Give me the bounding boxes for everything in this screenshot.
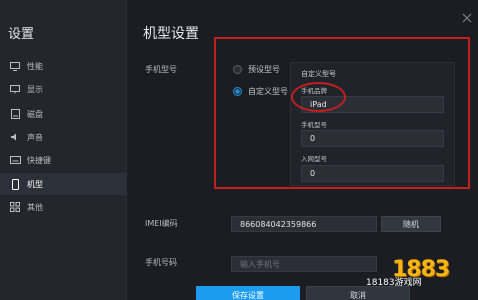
close-icon[interactable] xyxy=(462,8,472,23)
sidebar-item-sound[interactable]: 声音 xyxy=(0,126,127,148)
sidebar: 设置 性能 显示 磁盘 声音 快捷键 机型 其他 xyxy=(0,0,127,300)
sidebar-item-model[interactable]: 机型 xyxy=(0,173,127,195)
watermark-logo: 1883 18183游戏网 xyxy=(364,257,476,297)
sidebar-item-shortcuts[interactable]: 快捷键 xyxy=(0,149,127,171)
random-button[interactable]: 随机 xyxy=(381,216,441,232)
keyboard-icon xyxy=(9,154,21,166)
phone-icon xyxy=(9,178,21,190)
phone-number-label: 手机号码 xyxy=(145,258,177,267)
imei-label: IMEI编码 xyxy=(145,219,178,228)
phone-number-input[interactable]: 输入手机号 xyxy=(231,256,377,272)
phone-model-label: 手机型号 xyxy=(145,65,177,74)
watermark-text: 18183游戏网 xyxy=(366,278,422,288)
sidebar-item-label: 机型 xyxy=(27,179,43,189)
sidebar-item-disk[interactable]: 磁盘 xyxy=(0,103,127,125)
save-settings-button[interactable]: 保存设置 xyxy=(196,286,300,300)
sound-icon xyxy=(9,131,21,143)
highlight-oval xyxy=(291,82,346,112)
sidebar-item-label: 磁盘 xyxy=(27,109,43,119)
monitor-small-icon xyxy=(9,60,21,72)
sidebar-item-other[interactable]: 其他 xyxy=(0,196,127,218)
page-title: 机型设置 xyxy=(143,26,199,42)
sidebar-item-label: 声音 xyxy=(27,132,43,142)
sidebar-item-label: 显示 xyxy=(27,84,43,94)
display-icon xyxy=(9,83,21,95)
sidebar-item-label: 快捷键 xyxy=(27,155,51,165)
grid-icon xyxy=(9,201,21,213)
highlight-box xyxy=(214,37,470,189)
sidebar-title: 设置 xyxy=(8,27,35,42)
sidebar-item-label: 其他 xyxy=(27,202,43,212)
disk-icon xyxy=(9,108,21,120)
sidebar-item-performance[interactable]: 性能 xyxy=(0,55,127,77)
sidebar-item-display[interactable]: 显示 xyxy=(0,78,127,100)
sidebar-item-label: 性能 xyxy=(27,61,43,71)
imei-field[interactable]: 866084042359866 xyxy=(231,216,377,232)
